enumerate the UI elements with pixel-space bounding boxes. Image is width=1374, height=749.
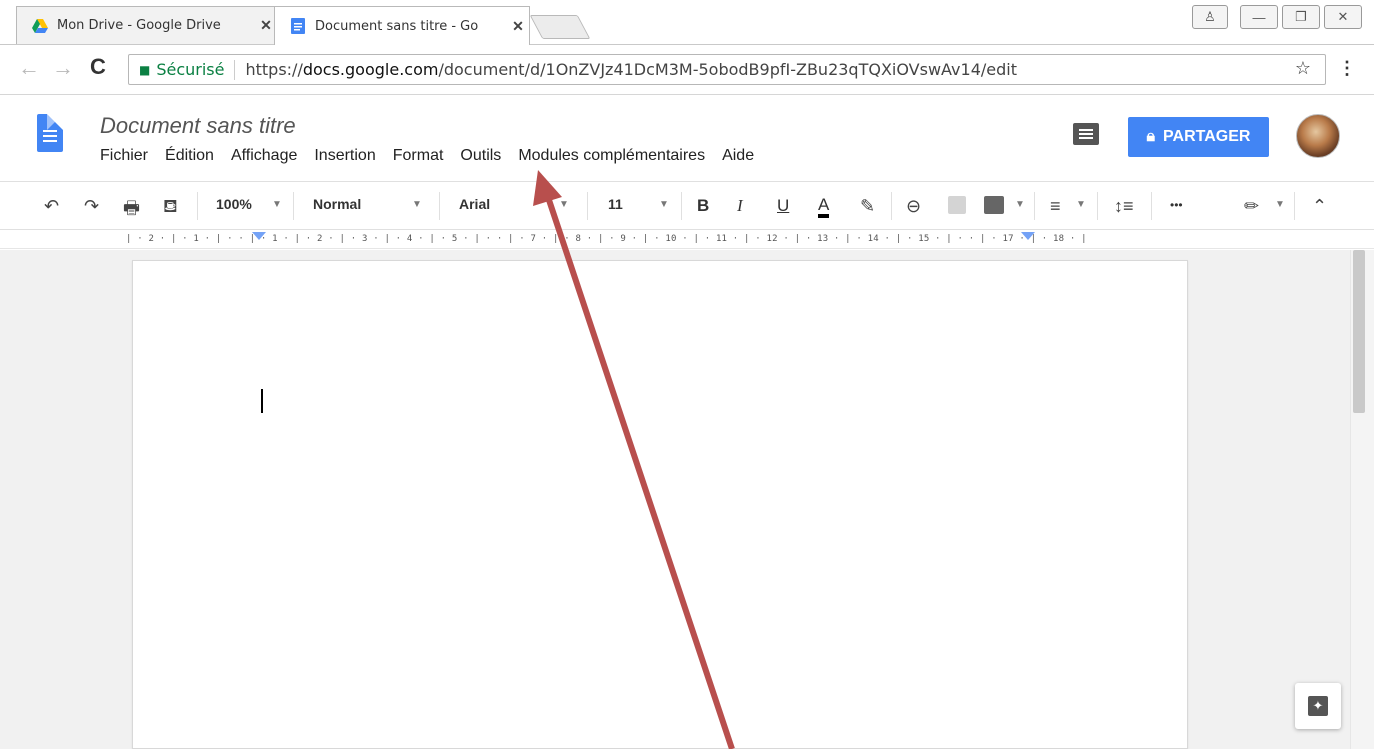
url-path: /document/d/1OnZVJz41DcM3M-5obodB9pfI-ZB… <box>438 60 1017 79</box>
document-canvas <box>0 250 1350 749</box>
window-controls: ♙ — ❐ ✕ <box>1192 5 1362 29</box>
underline-button[interactable]: U <box>777 196 789 216</box>
tab-google-drive[interactable]: Mon Drive - Google Drive ✕ <box>16 6 278 44</box>
left-indent-marker[interactable] <box>252 232 266 240</box>
highlight-pen-icon[interactable]: ✎ <box>860 196 875 217</box>
tab-document[interactable]: Document sans titre - Go ✕ <box>274 6 530 45</box>
share-label: PARTAGER <box>1163 128 1251 145</box>
image-icon[interactable] <box>984 196 1004 214</box>
url-host: docs.google.com <box>302 60 439 79</box>
menu-insertion[interactable]: Insertion <box>314 147 383 165</box>
lock-icon: ■ <box>139 62 151 77</box>
lock-icon: 🔒︎ <box>1146 128 1156 145</box>
avatar[interactable] <box>1296 114 1340 158</box>
text-color-button[interactable]: A <box>818 196 830 218</box>
explore-icon: ✦ <box>1308 696 1328 716</box>
chevron-down-icon[interactable]: ▼ <box>272 199 282 210</box>
redo-icon[interactable]: ↷ <box>84 196 99 217</box>
print-icon[interactable]: 🖶︎ <box>123 196 140 226</box>
menu-fichier[interactable]: Fichier <box>100 147 156 165</box>
divider <box>891 192 892 220</box>
url-scheme: https:// <box>245 60 303 79</box>
collapse-menus-icon[interactable]: ⌃ <box>1312 196 1327 217</box>
italic-button[interactable]: I <box>737 196 743 216</box>
browser-tab-strip: Mon Drive - Google Drive ✕ Document sans… <box>0 0 1374 45</box>
line-spacing-icon[interactable]: ↕≡ <box>1114 196 1134 217</box>
editing-mode-pencil-icon[interactable]: ✏︎ <box>1244 196 1259 217</box>
chevron-down-icon[interactable]: ▼ <box>559 199 569 210</box>
undo-icon[interactable]: ↶ <box>44 196 59 217</box>
browser-menu-icon[interactable]: ⋮ <box>1338 58 1356 79</box>
tab-title: Mon Drive - Google Drive <box>57 18 221 33</box>
paragraph-style-select[interactable]: Normal <box>313 196 361 212</box>
menu-affichage[interactable]: Affichage <box>231 147 305 165</box>
document-title[interactable]: Document sans titre <box>100 113 296 139</box>
minimize-button[interactable]: — <box>1240 5 1278 29</box>
align-left-icon[interactable]: ≡ <box>1050 196 1061 217</box>
bookmark-star-icon[interactable]: ☆ <box>1295 58 1311 79</box>
google-docs-logo-icon[interactable] <box>37 114 63 152</box>
chevron-down-icon[interactable]: ▼ <box>1076 199 1086 210</box>
share-button[interactable]: 🔒︎ PARTAGER <box>1128 117 1269 157</box>
address-bar-row: ← → C ■ Sécurisé https://docs.google.com… <box>0 45 1374 95</box>
new-tab-button[interactable] <box>529 15 591 39</box>
restore-button[interactable]: ❐ <box>1282 5 1320 29</box>
reload-icon[interactable]: C <box>90 56 106 78</box>
close-icon[interactable]: ✕ <box>507 18 529 35</box>
google-drive-icon <box>32 18 48 33</box>
menu-outils[interactable]: Outils <box>460 147 509 165</box>
document-page[interactable] <box>132 260 1188 749</box>
link-icon[interactable]: ⊖ <box>906 196 921 217</box>
divider <box>1294 192 1295 220</box>
chevron-down-icon[interactable]: ▼ <box>412 199 422 210</box>
font-family-select[interactable]: Arial <box>459 196 490 212</box>
divider <box>234 59 236 80</box>
menu-modules[interactable]: Modules complémentaires <box>518 147 713 165</box>
google-docs-icon <box>291 18 305 34</box>
menu-edition[interactable]: Édition <box>165 147 222 165</box>
right-indent-marker[interactable] <box>1021 232 1035 240</box>
vertical-scrollbar[interactable] <box>1350 250 1374 749</box>
more-options-icon[interactable]: ••• <box>1170 198 1183 212</box>
divider <box>1151 192 1152 220</box>
ruler[interactable]: | · 2 · | · 1 · | · · | · 1 · | · 2 · | … <box>0 231 1374 249</box>
bold-button[interactable]: B <box>697 196 709 216</box>
url-input[interactable]: ■ Sécurisé https://docs.google.com/docum… <box>128 54 1326 85</box>
secure-label: Sécurisé <box>156 60 225 79</box>
add-comment-icon[interactable] <box>948 196 966 214</box>
chevron-down-icon[interactable]: ▼ <box>1015 199 1025 210</box>
user-profile-icon[interactable]: ♙ <box>1192 5 1228 29</box>
scrollbar-thumb[interactable] <box>1353 250 1365 413</box>
text-cursor <box>261 389 263 413</box>
divider <box>1034 192 1035 220</box>
back-icon[interactable]: ← <box>18 57 40 79</box>
zoom-select[interactable]: 100% <box>216 196 252 212</box>
divider <box>197 192 198 220</box>
explore-button[interactable]: ✦ <box>1295 683 1341 729</box>
font-size-select[interactable]: 11 <box>608 196 623 212</box>
docs-header: Document sans titre Fichier Édition Affi… <box>0 95 1374 182</box>
close-window-button[interactable]: ✕ <box>1324 5 1362 29</box>
divider <box>587 192 588 220</box>
paint-format-icon[interactable]: ⛾ <box>163 196 178 220</box>
chevron-down-icon[interactable]: ▼ <box>1275 199 1285 210</box>
chevron-down-icon[interactable]: ▼ <box>659 199 669 210</box>
divider <box>439 192 440 220</box>
ruler-ticks: | · 2 · | · 1 · | · · | · 1 · | · 2 · | … <box>126 234 1087 244</box>
formatting-toolbar: ↶ ↷ 🖶︎ ⛾ 100% ▼ Normal ▼ Arial ▼ 11 ▼ B … <box>0 182 1374 230</box>
comments-icon[interactable] <box>1073 123 1099 145</box>
tab-title: Document sans titre - Go <box>315 18 479 34</box>
menu-bar: Fichier Édition Affichage Insertion Form… <box>100 147 771 165</box>
divider <box>293 192 294 220</box>
divider <box>681 192 682 220</box>
forward-icon[interactable]: → <box>52 57 74 79</box>
menu-aide[interactable]: Aide <box>722 147 762 165</box>
menu-format[interactable]: Format <box>393 147 452 165</box>
divider <box>1097 192 1098 220</box>
